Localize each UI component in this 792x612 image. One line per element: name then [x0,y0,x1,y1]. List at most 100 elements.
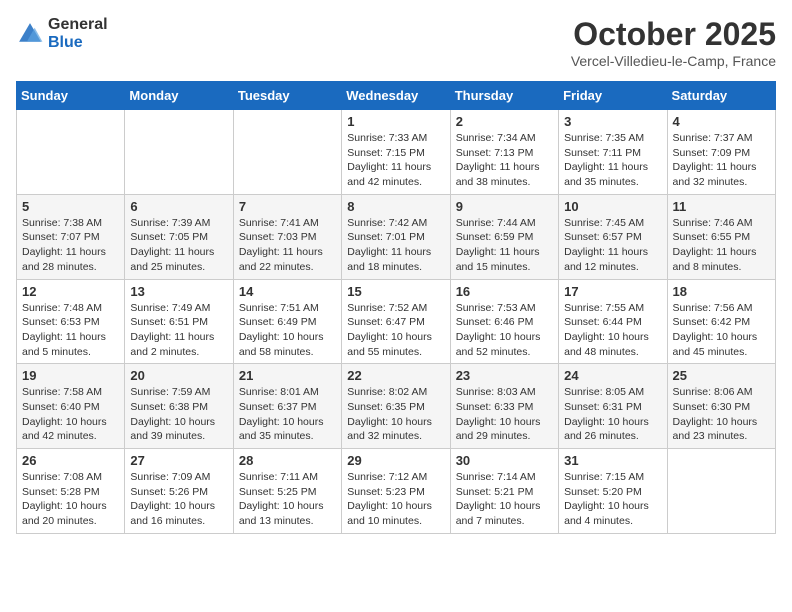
day-number: 15 [347,284,444,299]
day-number: 2 [456,114,553,129]
location-text: Vercel-Villedieu-le-Camp, France [571,53,776,69]
logo: General Blue [16,16,108,51]
day-number: 22 [347,368,444,383]
day-number: 28 [239,453,336,468]
logo-general-text: General [48,16,108,34]
calendar-cell: 24Sunrise: 8:05 AM Sunset: 6:31 PM Dayli… [559,364,667,449]
calendar-cell: 13 Sunrise: 7:49 AM Sunset: 6:51 PM Dayli… [125,279,233,364]
day-info: Sunrise: 7:38 AM Sunset: 7:07 PM Dayligh… [22,216,119,275]
day-number: 11 [673,199,770,214]
day-number: 19 [22,368,119,383]
day-info: Sunrise: 7:08 AM Sunset: 5:28 PM Dayligh… [22,470,119,529]
day-info: Sunrise: 7:44 AM Sunset: 6:59 PM Dayligh… [456,216,553,275]
calendar-cell: 27 Sunrise: 7:09 AM Sunset: 5:26 PM Dayli… [125,449,233,534]
calendar-cell: 21 Sunrise: 8:01 AM Sunset: 6:37 PM Dayli… [233,364,341,449]
day-info: Sunrise: 7:52 AM Sunset: 6:47 PM Dayligh… [347,301,444,360]
day-info: Sunrise: 7:41 AM Sunset: 7:03 PM Dayligh… [239,216,336,275]
day-info: Sunrise: 7:51 AM Sunset: 6:49 PM Dayligh… [239,301,336,360]
day-number: 16 [456,284,553,299]
logo-blue-text: Blue [48,34,108,52]
calendar-cell: 23 Sunrise: 8:03 AM Sunset: 6:33 PM Dayli… [450,364,558,449]
day-info: Sunrise: 7:33 AM Sunset: 7:15 PM Dayligh… [347,131,444,190]
calendar-cell: 16 Sunrise: 7:53 AM Sunset: 6:46 PM Dayli… [450,279,558,364]
day-info: Sunrise: 8:05 AM Sunset: 6:31 PM Dayligh… [564,385,661,444]
logo-icon [16,20,44,48]
weekday-header: Tuesday [233,82,341,110]
day-number: 4 [673,114,770,129]
weekday-header: Thursday [450,82,558,110]
day-info: Sunrise: 7:35 AM Sunset: 7:11 PM Dayligh… [564,131,661,190]
calendar-cell: 14Sunrise: 7:51 AM Sunset: 6:49 PM Dayli… [233,279,341,364]
calendar-cell: 29Sunrise: 7:12 AM Sunset: 5:23 PM Dayli… [342,449,450,534]
day-number: 6 [130,199,227,214]
weekday-header: Friday [559,82,667,110]
calendar-week-row: 26Sunrise: 7:08 AM Sunset: 5:28 PM Dayli… [17,449,776,534]
calendar-week-row: 19 Sunrise: 7:58 AM Sunset: 6:40 PM Dayli… [17,364,776,449]
day-number: 9 [456,199,553,214]
day-info: Sunrise: 7:49 AM Sunset: 6:51 PM Dayligh… [130,301,227,360]
title-block: October 2025 Vercel-Villedieu-le-Camp, F… [571,16,776,69]
day-number: 25 [673,368,770,383]
day-info: Sunrise: 8:01 AM Sunset: 6:37 PM Dayligh… [239,385,336,444]
day-info: Sunrise: 7:56 AM Sunset: 6:42 PM Dayligh… [673,301,770,360]
day-info: Sunrise: 7:42 AM Sunset: 7:01 PM Dayligh… [347,216,444,275]
day-number: 21 [239,368,336,383]
calendar-cell: 11 Sunrise: 7:46 AM Sunset: 6:55 PM Dayli… [667,194,775,279]
month-title: October 2025 [571,16,776,53]
calendar-week-row: 1 Sunrise: 7:33 AM Sunset: 7:15 PM Daylig… [17,110,776,195]
day-info: Sunrise: 7:53 AM Sunset: 6:46 PM Dayligh… [456,301,553,360]
day-info: Sunrise: 8:02 AM Sunset: 6:35 PM Dayligh… [347,385,444,444]
weekday-header: Saturday [667,82,775,110]
calendar-cell: 17Sunrise: 7:55 AM Sunset: 6:44 PM Dayli… [559,279,667,364]
calendar-cell: 22 Sunrise: 8:02 AM Sunset: 6:35 PM Dayli… [342,364,450,449]
calendar-cell: 31 Sunrise: 7:15 AM Sunset: 5:20 PM Dayli… [559,449,667,534]
day-number: 31 [564,453,661,468]
day-number: 27 [130,453,227,468]
day-number: 20 [130,368,227,383]
day-number: 30 [456,453,553,468]
day-info: Sunrise: 7:15 AM Sunset: 5:20 PM Dayligh… [564,470,661,529]
calendar-cell [233,110,341,195]
calendar-cell: 25Sunrise: 8:06 AM Sunset: 6:30 PM Dayli… [667,364,775,449]
calendar-cell: 30 Sunrise: 7:14 AM Sunset: 5:21 PM Dayli… [450,449,558,534]
calendar-cell: 18 Sunrise: 7:56 AM Sunset: 6:42 PM Dayli… [667,279,775,364]
calendar-week-row: 12 Sunrise: 7:48 AM Sunset: 6:53 PM Dayli… [17,279,776,364]
day-info: Sunrise: 7:11 AM Sunset: 5:25 PM Dayligh… [239,470,336,529]
calendar-cell: 9 Sunrise: 7:44 AM Sunset: 6:59 PM Daylig… [450,194,558,279]
day-info: Sunrise: 7:12 AM Sunset: 5:23 PM Dayligh… [347,470,444,529]
calendar-cell: 19 Sunrise: 7:58 AM Sunset: 6:40 PM Dayli… [17,364,125,449]
calendar-cell: 8Sunrise: 7:42 AM Sunset: 7:01 PM Daylig… [342,194,450,279]
day-number: 13 [130,284,227,299]
day-number: 12 [22,284,119,299]
day-info: Sunrise: 7:09 AM Sunset: 5:26 PM Dayligh… [130,470,227,529]
day-info: Sunrise: 7:48 AM Sunset: 6:53 PM Dayligh… [22,301,119,360]
calendar-cell [17,110,125,195]
day-number: 23 [456,368,553,383]
calendar-cell: 7Sunrise: 7:41 AM Sunset: 7:03 PM Daylig… [233,194,341,279]
day-info: Sunrise: 8:03 AM Sunset: 6:33 PM Dayligh… [456,385,553,444]
calendar-cell: 10Sunrise: 7:45 AM Sunset: 6:57 PM Dayli… [559,194,667,279]
day-number: 18 [673,284,770,299]
calendar-cell: 6Sunrise: 7:39 AM Sunset: 7:05 PM Daylig… [125,194,233,279]
weekday-header: Wednesday [342,82,450,110]
day-number: 1 [347,114,444,129]
day-number: 3 [564,114,661,129]
day-info: Sunrise: 7:45 AM Sunset: 6:57 PM Dayligh… [564,216,661,275]
calendar-cell: 3 Sunrise: 7:35 AM Sunset: 7:11 PM Daylig… [559,110,667,195]
day-info: Sunrise: 7:58 AM Sunset: 6:40 PM Dayligh… [22,385,119,444]
calendar-cell: 2 Sunrise: 7:34 AM Sunset: 7:13 PM Daylig… [450,110,558,195]
calendar-cell: 1 Sunrise: 7:33 AM Sunset: 7:15 PM Daylig… [342,110,450,195]
calendar-cell: 5 Sunrise: 7:38 AM Sunset: 7:07 PM Daylig… [17,194,125,279]
calendar-cell [125,110,233,195]
weekday-header: Monday [125,82,233,110]
calendar-cell: 26Sunrise: 7:08 AM Sunset: 5:28 PM Dayli… [17,449,125,534]
day-number: 5 [22,199,119,214]
day-info: Sunrise: 7:46 AM Sunset: 6:55 PM Dayligh… [673,216,770,275]
day-info: Sunrise: 7:34 AM Sunset: 7:13 PM Dayligh… [456,131,553,190]
calendar-cell: 15 Sunrise: 7:52 AM Sunset: 6:47 PM Dayli… [342,279,450,364]
calendar-cell: 28 Sunrise: 7:11 AM Sunset: 5:25 PM Dayli… [233,449,341,534]
calendar-week-row: 5 Sunrise: 7:38 AM Sunset: 7:07 PM Daylig… [17,194,776,279]
day-info: Sunrise: 7:59 AM Sunset: 6:38 PM Dayligh… [130,385,227,444]
calendar-header-row: SundayMondayTuesdayWednesdayThursdayFrid… [17,82,776,110]
day-info: Sunrise: 7:14 AM Sunset: 5:21 PM Dayligh… [456,470,553,529]
